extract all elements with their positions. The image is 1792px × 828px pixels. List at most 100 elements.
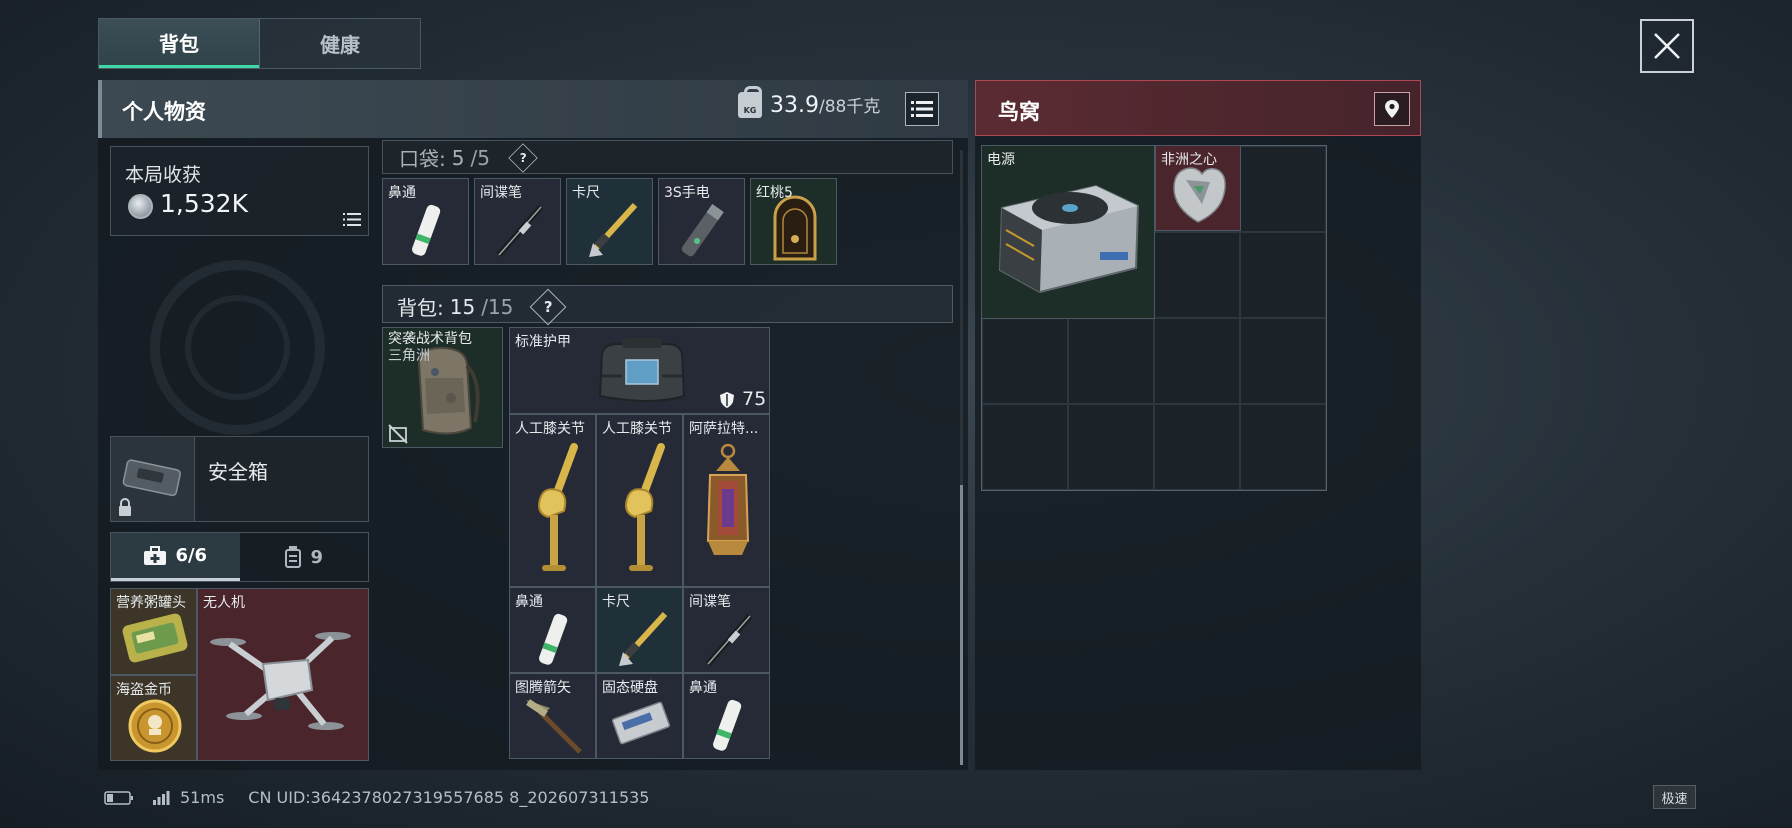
item-name: 鼻通 [515, 594, 543, 610]
harvest-value: 1,532K [160, 189, 248, 218]
pocket-item-spy-pen[interactable]: 间谍笔 [474, 178, 561, 265]
bp-item-artificial-knee-1[interactable]: 人工膝关节 [509, 414, 596, 587]
item-name: 电源 [987, 152, 1015, 168]
bp-item-artificial-knee-2[interactable]: 人工膝关节 [596, 414, 683, 587]
item-name: 间谍笔 [689, 594, 731, 610]
stash-item-heart-of-africa[interactable]: 非洲之心 [1155, 145, 1241, 231]
backpack-label: 背包: [397, 296, 444, 320]
stash-empty-slot[interactable] [1240, 404, 1326, 490]
bp-item-ssd[interactable]: 固态硬盘 [596, 673, 683, 759]
close-icon [1654, 33, 1680, 59]
backpack-max: /15 [481, 294, 514, 319]
subtab-canister-count: 9 [310, 546, 324, 568]
item-name: 卡尺 [572, 185, 600, 201]
bp-item-asara-lantern[interactable]: 阿萨拉特... [683, 414, 770, 587]
bp-item-standard-armor[interactable]: 标准护甲 75 [509, 327, 770, 414]
item-name: 卡尺 [602, 594, 630, 610]
battery-icon [104, 790, 133, 805]
stash-empty-slot[interactable] [1068, 318, 1154, 404]
bp-item-caliper[interactable]: 卡尺 [596, 587, 683, 673]
item-name: 红桃5 [756, 185, 793, 201]
stash-empty-slot[interactable] [1154, 232, 1240, 318]
pocket-header: 口袋: 5/5 ? [382, 140, 953, 174]
item-name: 阿萨拉特... [689, 421, 759, 437]
stash-empty-slot[interactable] [1240, 232, 1326, 318]
bp-item-totem-arrow[interactable]: 图腾箭矢 [509, 673, 596, 759]
subtab-canister[interactable]: 9 [240, 533, 369, 581]
tab-health[interactable]: 健康 [259, 19, 420, 68]
no-trade-icon [388, 424, 408, 444]
item-name: 间谍笔 [480, 185, 522, 201]
uid-text: CN UID:3642378027319557685 8_20260731153… [248, 788, 650, 807]
stash-empty-slot[interactable] [1068, 404, 1154, 490]
bp-item-nasal-spray-2[interactable]: 鼻通 [683, 673, 770, 759]
durability-shield-icon [720, 392, 734, 408]
list-view-button[interactable] [905, 92, 939, 126]
tab-backpack[interactable]: 背包 [99, 19, 259, 68]
stash-empty-slot[interactable] [1240, 146, 1326, 232]
stash-panel-header: 鸟窝 [975, 80, 1421, 136]
item-name: 图腾箭矢 [515, 680, 571, 696]
status-bar: 51ms CN UID:3642378027319557685 8_202607… [104, 788, 649, 807]
item-name: 固态硬盘 [602, 680, 658, 696]
scrollbar-thumb[interactable] [960, 485, 963, 765]
ping-text: 51ms [180, 788, 225, 807]
bp-item-nasal-spray-1[interactable]: 鼻通 [509, 587, 596, 673]
harvest-label: 本局收获 [125, 164, 202, 186]
location-pin-icon [1385, 100, 1399, 118]
medkit-icon [144, 545, 167, 565]
item-pirate-coin[interactable]: 海盗金币 [110, 675, 197, 761]
safebox-label: 安全箱 [208, 460, 268, 484]
harvest-detail-icon[interactable] [343, 212, 361, 227]
item-name: 鼻通 [388, 185, 416, 201]
backpack-current: 15 [449, 294, 476, 319]
personal-panel-title: 个人物资 [122, 100, 206, 124]
safebox-image [111, 437, 195, 521]
stash-empty-slot[interactable] [1154, 318, 1240, 404]
signal-icon [153, 790, 170, 805]
pocket-item-heart-five[interactable]: 红桃5 [750, 178, 837, 265]
equipped-backpack[interactable]: 突袭战术背包 三角洲 [382, 327, 503, 448]
item-name: 营养粥罐头 [116, 595, 186, 611]
pocket-label: 口袋: [399, 147, 446, 171]
item-drone[interactable]: 无人机 [197, 588, 369, 761]
item-name: 人工膝关节 [515, 421, 585, 437]
armor-durability: 75 [742, 388, 767, 410]
pocket-help-button[interactable]: ? [508, 142, 538, 173]
pocket-item-caliper[interactable]: 卡尺 [566, 178, 653, 265]
pocket-help-text: ? [519, 150, 527, 165]
backpack-help-button[interactable]: ? [530, 288, 567, 325]
close-button[interactable] [1640, 19, 1694, 73]
weight-icon: KG [738, 86, 762, 118]
item-name: 标准护甲 [515, 334, 571, 350]
stash-empty-slot[interactable] [1154, 404, 1240, 490]
item-name: 人工膝关节 [602, 421, 672, 437]
stash-empty-slot[interactable] [1240, 318, 1326, 404]
bp-item-spy-pen[interactable]: 间谍笔 [683, 587, 770, 673]
pocket-item-nasal-spray[interactable]: 鼻通 [382, 178, 469, 265]
equipped-backpack-name-line2: 三角洲 [388, 348, 430, 364]
item-name: 3S手电 [664, 185, 710, 201]
stash-empty-slot[interactable] [982, 404, 1068, 490]
weight-max: /88千克 [818, 97, 881, 117]
item-name: 无人机 [203, 595, 245, 611]
pocket-max: /5 [470, 145, 490, 170]
pocket-item-flashlight[interactable]: 3S手电 [658, 178, 745, 265]
subtab-medkit[interactable]: 6/6 [111, 533, 240, 581]
list-icon [911, 101, 933, 117]
location-button[interactable] [1374, 92, 1410, 126]
weight-indicator: KG 33.9/88千克 [738, 86, 881, 118]
weight-current: 33.9 [770, 93, 819, 118]
backpack-help-text: ? [544, 297, 553, 316]
item-name: 海盗金币 [116, 682, 172, 698]
currency-coin-icon [128, 194, 153, 219]
secure-subtabs: 6/6 9 [110, 532, 369, 582]
stash-item-power-supply[interactable]: 电源 [981, 145, 1155, 319]
item-canned-porridge[interactable]: 营养粥罐头 [110, 588, 197, 675]
stash-panel-title: 鸟窝 [998, 100, 1040, 124]
stash-empty-slot[interactable] [982, 318, 1068, 404]
lock-icon [119, 498, 131, 516]
canister-icon [285, 546, 302, 568]
backpack-header: 背包: 15/15 ? [382, 285, 953, 325]
faction-emblem-inner [185, 295, 290, 400]
